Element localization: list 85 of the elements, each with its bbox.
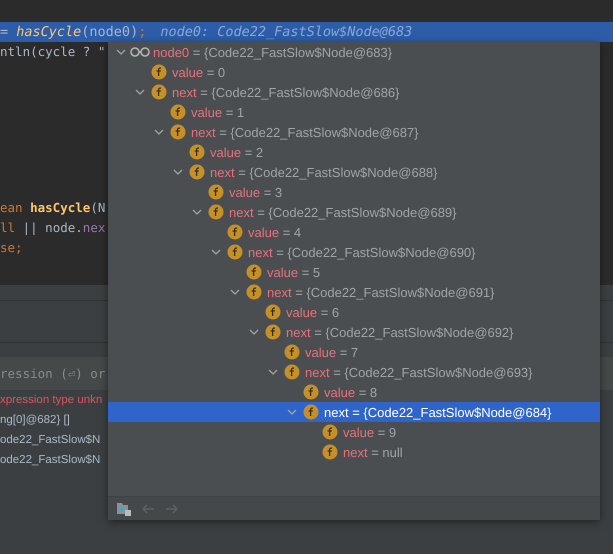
field-icon — [189, 144, 205, 160]
field-icon — [284, 364, 300, 380]
field-icon — [227, 224, 243, 240]
tree-row[interactable]: node0 = {Code22_FastSlow$Node@683} — [108, 42, 600, 62]
field-icon — [246, 264, 262, 280]
tree-row[interactable]: value = 8 — [108, 382, 600, 402]
variable-label: next = {Code22_FastSlow$Node@684} — [324, 404, 552, 420]
field-icon — [227, 244, 243, 260]
variable-label: next = {Code22_FastSlow$Node@686} — [172, 84, 400, 100]
field-icon — [284, 344, 300, 360]
code-line: ntln(cycle ? " — [0, 43, 106, 61]
tree-row[interactable]: value = 3 — [108, 182, 600, 202]
field-icon — [322, 444, 338, 460]
variable-label: value = 4 — [248, 224, 302, 240]
variable-label: value = 6 — [286, 304, 340, 320]
chevron-down-icon[interactable] — [192, 207, 202, 217]
tree-row[interactable]: next = {Code22_FastSlow$Node@690} — [108, 242, 600, 262]
chevron-down-icon[interactable] — [154, 127, 164, 137]
chevron-down-icon[interactable] — [172, 167, 182, 177]
field-icon — [151, 84, 167, 100]
chevron-down-icon[interactable] — [210, 247, 220, 257]
tree-row[interactable]: value = 9 — [108, 422, 600, 442]
variable-label: next = {Code22_FastSlow$Node@692} — [286, 324, 514, 340]
chevron-down-icon[interactable] — [286, 407, 296, 417]
tree-row[interactable]: next = {Code22_FastSlow$Node@689} — [108, 202, 600, 222]
field-icon — [189, 164, 205, 180]
field-icon — [265, 324, 281, 340]
variable-label: next = {Code22_FastSlow$Node@687} — [191, 124, 418, 140]
variable-label: next = {Code22_FastSlow$Node@689} — [229, 204, 456, 220]
variable-label: value = 8 — [324, 384, 378, 400]
variable-label: value = 3 — [229, 184, 282, 200]
code-line: se; — [0, 239, 23, 257]
tree-row[interactable]: value = 6 — [108, 302, 600, 322]
field-icon — [151, 64, 167, 80]
tree-row[interactable]: value = 4 — [108, 222, 600, 242]
tree-row[interactable]: next = {Code22_FastSlow$Node@688} — [108, 162, 600, 182]
result-row-text: ode22_FastSlow$N — [0, 453, 102, 468]
tree-row[interactable]: value = 1 — [108, 102, 600, 122]
tree-row[interactable]: value = 0 — [108, 62, 600, 82]
variable-label: value = 7 — [305, 344, 358, 360]
variable-label: next = null — [343, 444, 403, 460]
result-row-text: ode22_FastSlow$N — [0, 433, 102, 448]
code-line: ll || node.nex — [0, 219, 106, 237]
tree-row[interactable]: value = 7 — [108, 342, 600, 362]
chevron-down-icon[interactable] — [134, 87, 144, 97]
variable-label: value = 1 — [191, 104, 244, 120]
tree-row[interactable]: value = 5 — [108, 262, 600, 282]
tree-row[interactable]: next = {Code22_FastSlow$Node@693} — [108, 362, 600, 382]
variable-label: next = {Code22_FastSlow$Node@693} — [305, 364, 532, 380]
folder-icon[interactable] — [116, 500, 132, 516]
field-icon — [265, 304, 281, 320]
field-icon — [170, 124, 186, 140]
variable-label: next = {Code22_FastSlow$Node@691} — [267, 284, 494, 300]
tree-row[interactable]: next = {Code22_FastSlow$Node@691} — [108, 282, 600, 302]
variable-label: value = 2 — [210, 144, 264, 160]
glasses-icon — [130, 46, 150, 58]
chevron-down-icon[interactable] — [230, 287, 240, 297]
variable-label: value = 5 — [267, 264, 320, 280]
tree-row[interactable]: next = {Code22_FastSlow$Node@686} — [108, 82, 600, 102]
variable-label: value = 9 — [343, 424, 396, 440]
field-icon — [303, 384, 319, 400]
tree-row[interactable]: next = {Code22_FastSlow$Node@684} — [108, 402, 600, 422]
field-icon — [246, 284, 262, 300]
field-icon — [303, 404, 319, 420]
chevron-down-icon[interactable] — [116, 47, 126, 57]
tree-row[interactable]: next = {Code22_FastSlow$Node@692} — [108, 322, 600, 342]
field-icon — [208, 184, 224, 200]
error-message: xpression type unkn — [0, 393, 104, 408]
variable-label: next = {Code22_FastSlow$Node@688} — [210, 164, 438, 180]
code-line: = hasCycle(node0); — [0, 24, 146, 40]
inline-hint: node0: Code22_FastSlow$Node@683 — [160, 24, 412, 40]
field-icon — [208, 204, 224, 220]
variable-label: node0 = {Code22_FastSlow$Node@683} — [153, 44, 392, 60]
variable-label: value = 0 — [172, 64, 226, 80]
tree-row[interactable]: next = {Code22_FastSlow$Node@687} — [108, 122, 600, 142]
expression-field[interactable]: ression (⏎) or — [0, 357, 107, 390]
chevron-down-icon[interactable] — [268, 367, 278, 377]
field-icon — [322, 424, 338, 440]
tree-row[interactable]: value = 2 — [108, 142, 600, 162]
result-row-text: ng[0]@682} [] — [0, 413, 71, 428]
chevron-down-icon[interactable] — [248, 327, 258, 337]
field-icon — [170, 104, 186, 120]
variable-label: next = {Code22_FastSlow$Node@690} — [248, 244, 476, 260]
tree-row[interactable]: next = null — [108, 442, 600, 462]
code-line: ean hasCycle(N — [0, 199, 106, 217]
